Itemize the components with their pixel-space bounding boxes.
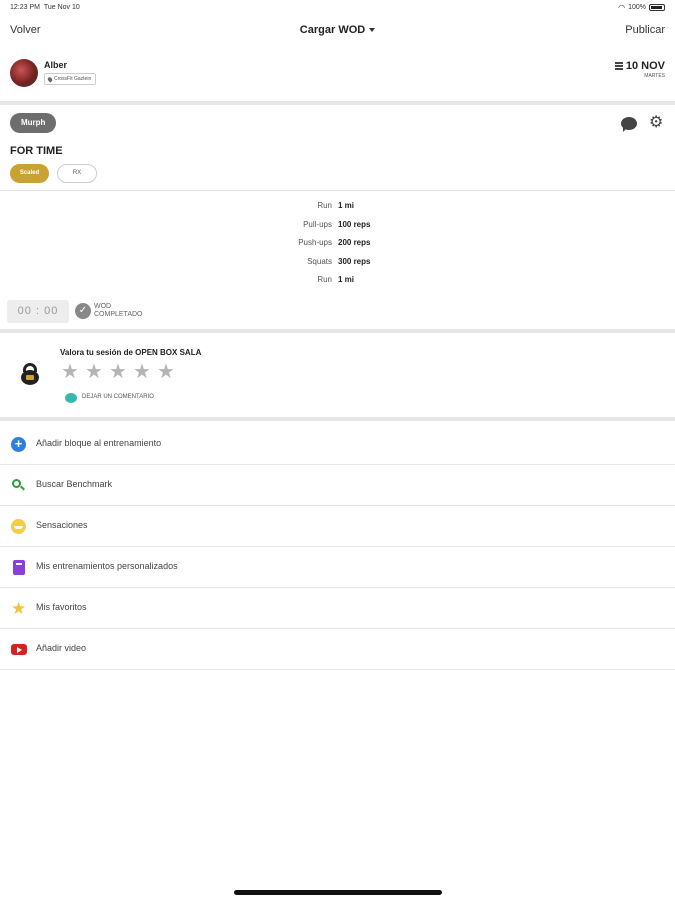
comment-icon[interactable] (65, 393, 77, 403)
home-indicator[interactable] (234, 890, 442, 895)
menu-item-label: Sensaciones (36, 520, 88, 530)
section-divider (0, 329, 675, 333)
leave-comment-link[interactable]: DEJAR UN COMENTARIO (82, 394, 154, 400)
status-bar: 12:23 PM Tue Nov 10 ◠ 100% (0, 0, 675, 16)
exercise-row: Squats 300 reps (0, 257, 675, 271)
wod-completed-line1: WOD (94, 303, 112, 310)
rating-star-3[interactable]: ★ (109, 362, 127, 382)
star-rating[interactable]: ★ ★ ★ ★ ★ (61, 362, 175, 382)
wod-completed-line2: COMPLETADO (94, 311, 143, 318)
user-row: Alber CrossFit Gaztein 10 NOV MARTES (0, 48, 675, 101)
plus-circle-icon: + (11, 437, 26, 452)
tag-rx[interactable]: RX (57, 164, 97, 183)
calendar-icon (614, 62, 623, 70)
notebook-icon (13, 560, 25, 575)
exercise-name: Push-ups (298, 238, 332, 247)
date-picker[interactable]: 10 NOV MARTES (614, 60, 665, 79)
exercise-name: Squats (307, 257, 332, 266)
publish-button[interactable]: Publicar (625, 24, 665, 36)
box-tag[interactable]: CrossFit Gaztein (44, 73, 97, 85)
date-main: 10 NOV (625, 60, 665, 72)
wod-name-pill[interactable]: Murph (10, 113, 57, 133)
section-divider (0, 101, 675, 105)
exercise-row: Push-ups 200 reps (0, 238, 675, 252)
section-divider (0, 190, 675, 191)
exercise-name: Pull-ups (303, 220, 332, 229)
menu-item-label: Añadir video (36, 643, 87, 653)
exercise-row: Run 1 mi (0, 275, 675, 289)
gear-icon[interactable]: ⚙ (649, 115, 663, 131)
caret-down-icon (369, 28, 376, 33)
exercise-row: Run 1 mi (0, 201, 675, 215)
wifi-icon: ◠ (618, 3, 626, 12)
battery-percent: 100% (628, 4, 646, 11)
video-play-icon (11, 644, 27, 655)
menu-item-add-block[interactable]: + Añadir bloque al entrenamiento (0, 424, 675, 465)
nav-bar: Volver Cargar WOD Publicar (0, 16, 675, 46)
location-pin-icon (46, 75, 54, 83)
rating-star-1[interactable]: ★ (61, 362, 79, 382)
star-icon: ★ (11, 599, 27, 618)
section-divider (0, 417, 675, 421)
menu-item-label: Añadir bloque al entrenamiento (36, 438, 162, 448)
exercise-row: Pull-ups 100 reps (0, 220, 675, 234)
kettlebell-icon (20, 363, 40, 385)
exercise-qty: 300 reps (338, 257, 371, 266)
smiley-icon (11, 519, 26, 534)
wod-type: FOR TIME (10, 145, 63, 157)
check-circle-icon[interactable]: ✓ (75, 303, 91, 319)
rating-star-4[interactable]: ★ (133, 362, 151, 382)
battery-icon (649, 4, 665, 11)
exercise-name: Run (317, 201, 332, 210)
rating-star-5[interactable]: ★ (157, 362, 175, 382)
page-title: Cargar WOD (299, 24, 366, 36)
exercise-qty: 200 reps (338, 238, 371, 247)
wod-completed-toggle[interactable]: WOD COMPLETADO (94, 303, 143, 319)
search-icon (11, 478, 26, 493)
menu-item-custom-workouts[interactable]: Mis entrenamientos personalizados (0, 547, 675, 588)
avatar[interactable] (10, 59, 38, 87)
chat-icon[interactable] (621, 117, 637, 132)
menu-item-add-video[interactable]: Añadir video (0, 629, 675, 670)
menu-item-search-benchmark[interactable]: Buscar Benchmark (0, 465, 675, 506)
menu-item-sensations[interactable]: Sensaciones (0, 506, 675, 547)
rating-title: Valora tu sesión de OPEN BOX SALA (60, 348, 202, 357)
exercise-qty: 1 mi (338, 201, 355, 210)
date-weekday: MARTES (644, 73, 665, 79)
rating-star-2[interactable]: ★ (85, 362, 103, 382)
exercise-qty: 1 mi (338, 275, 355, 284)
status-time: 12:23 PM Tue Nov 10 (10, 4, 80, 11)
timer-input[interactable]: 00 : 00 (7, 300, 69, 323)
exercise-qty: 100 reps (338, 220, 371, 229)
menu-item-label: Mis entrenamientos personalizados (36, 561, 178, 571)
menu-item-label: Mis favoritos (36, 602, 87, 612)
menu-item-label: Buscar Benchmark (36, 479, 113, 489)
status-right: ◠ 100% (618, 3, 665, 12)
page-title-dropdown[interactable]: Cargar WOD (0, 24, 675, 36)
menu-item-favorites[interactable]: ★ Mis favoritos (0, 588, 675, 629)
tag-scaled[interactable]: Scaled (10, 164, 49, 183)
box-name: CrossFit Gaztein (54, 76, 92, 82)
exercise-name: Run (317, 275, 332, 284)
user-name: Alber (44, 60, 68, 70)
